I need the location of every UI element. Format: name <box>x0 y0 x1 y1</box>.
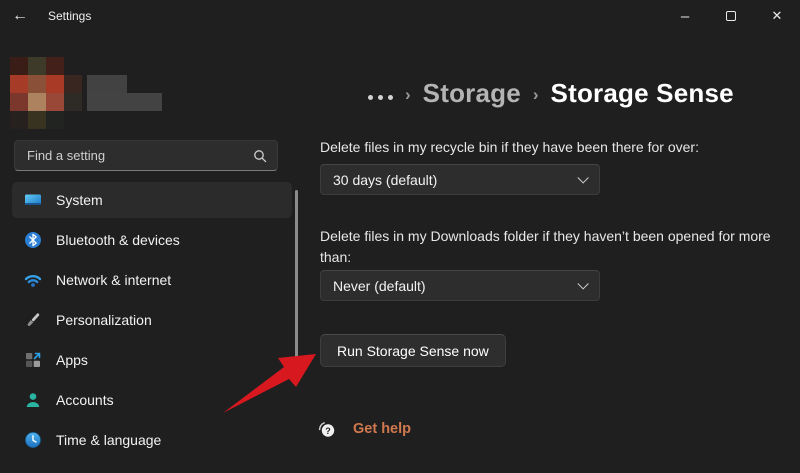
maximize-button[interactable] <box>708 0 754 32</box>
minimize-icon: – <box>681 8 689 25</box>
user-avatar-redacted[interactable] <box>10 57 170 129</box>
sidebar-item-label: Bluetooth & devices <box>56 232 180 248</box>
close-button[interactable]: ✕ <box>754 0 800 32</box>
window-title: Settings <box>48 9 91 23</box>
downloads-dropdown-value: Never (default) <box>333 278 426 294</box>
recycle-bin-dropdown-value: 30 days (default) <box>333 172 437 188</box>
user-email-redacted <box>87 93 162 111</box>
breadcrumb-ellipsis-button[interactable] <box>368 87 393 100</box>
recycle-bin-dropdown[interactable]: 30 days (default) <box>320 164 600 195</box>
get-help-icon: ? <box>317 419 337 439</box>
titlebar: ← Settings – ✕ <box>0 0 800 32</box>
sidebar-nav: System Bluetooth & devices Network & int… <box>0 182 310 462</box>
downloads-dropdown[interactable]: Never (default) <box>320 270 600 301</box>
minimize-button[interactable]: – <box>662 0 708 32</box>
sidebar-item-accounts[interactable]: Accounts <box>12 382 292 418</box>
search-input[interactable] <box>27 148 253 163</box>
sidebar-item-label: Time & language <box>56 432 161 448</box>
run-storage-sense-button[interactable]: Run Storage Sense now <box>320 334 506 367</box>
apps-icon <box>24 351 42 369</box>
page-title: Storage Sense <box>551 78 734 109</box>
back-button[interactable]: ← <box>0 0 40 32</box>
system-icon <box>24 191 42 209</box>
get-help-link[interactable]: Get help <box>353 421 411 437</box>
sidebar-item-label: System <box>56 192 103 208</box>
sidebar-item-label: Network & internet <box>56 272 171 288</box>
breadcrumb-storage-link[interactable]: Storage <box>423 78 521 109</box>
downloads-setting-label: Delete files in my Downloads folder if t… <box>320 226 792 268</box>
search-icon <box>253 149 267 163</box>
svg-text:?: ? <box>325 426 331 436</box>
sidebar-item-label: Personalization <box>56 312 152 328</box>
chevron-down-icon <box>577 172 588 183</box>
chevron-down-icon <box>577 278 588 289</box>
sidebar-item-time-language[interactable]: Time & language <box>12 422 292 458</box>
breadcrumb: › Storage › Storage Sense <box>320 78 734 109</box>
chevron-right-icon: › <box>405 83 411 105</box>
bluetooth-icon <box>24 231 42 249</box>
sidebar-item-label: Accounts <box>56 392 114 408</box>
sidebar-item-label: Apps <box>56 352 88 368</box>
sidebar-item-bluetooth-devices[interactable]: Bluetooth & devices <box>12 222 292 258</box>
find-a-setting-searchbox[interactable] <box>14 140 278 171</box>
maximize-icon <box>726 11 736 21</box>
settings-sidebar: System Bluetooth & devices Network & int… <box>0 32 310 473</box>
get-help-row[interactable]: ? Get help <box>317 419 411 439</box>
sidebar-item-apps[interactable]: Apps <box>12 342 292 378</box>
back-arrow-icon: ← <box>12 7 28 25</box>
close-icon: ✕ <box>772 8 783 24</box>
recycle-bin-setting-label: Delete files in my recycle bin if they h… <box>320 137 792 158</box>
sidebar-scrollbar[interactable] <box>295 190 298 362</box>
window-controls: – ✕ <box>662 0 800 32</box>
storage-sense-page: › Storage › Storage Sense Delete files i… <box>320 32 800 473</box>
accounts-person-icon <box>24 391 42 409</box>
user-name-redacted <box>87 75 127 93</box>
sidebar-item-system[interactable]: System <box>12 182 292 218</box>
time-language-clock-icon <box>24 431 42 449</box>
sidebar-item-personalization[interactable]: Personalization <box>12 302 292 338</box>
personalization-brush-icon <box>24 311 42 329</box>
sidebar-item-network-internet[interactable]: Network & internet <box>12 262 292 298</box>
chevron-right-icon: › <box>533 83 539 105</box>
network-wifi-icon <box>24 271 42 289</box>
